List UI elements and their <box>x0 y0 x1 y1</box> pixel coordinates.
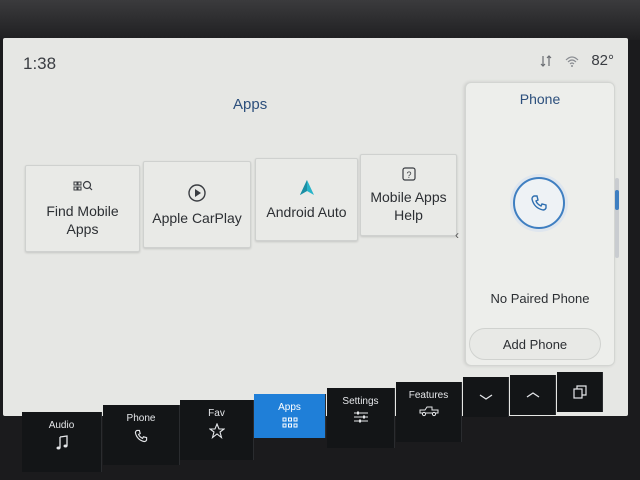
tile-label-line2: Apps <box>66 220 99 237</box>
nav-label: Fav <box>208 408 225 419</box>
collapse-panel-chevron-icon[interactable]: ‹ <box>455 228 459 242</box>
data-transfer-icon <box>540 54 552 67</box>
apple-carplay-tile[interactable]: Apple CarPlay <box>143 161 251 248</box>
find-mobile-apps-tile[interactable]: Find Mobile Apps <box>25 165 140 252</box>
scrollbar-thumb[interactable] <box>615 190 619 210</box>
phone-icon <box>531 195 547 211</box>
mobile-apps-help-tile[interactable]: ? Mobile Apps Help <box>360 154 457 236</box>
status-icons: 82° <box>539 52 614 69</box>
nav-audio[interactable]: Audio <box>22 412 102 472</box>
chevron-down-button[interactable] <box>463 377 509 417</box>
add-phone-button[interactable]: Add Phone <box>469 328 601 360</box>
star-icon <box>208 423 225 439</box>
tile-label-line1: Mobile Apps <box>370 189 447 205</box>
search-apps-icon <box>73 180 92 190</box>
wifi-icon <box>565 55 579 67</box>
apps-grid-icon <box>282 417 297 428</box>
no-paired-phone-text: No Paired Phone <box>490 291 590 306</box>
truck-icon <box>419 406 438 417</box>
nav-label: Features <box>408 390 449 401</box>
phone-panel: Phone No Paired Phone <box>465 82 615 366</box>
tile-label-line2: Help <box>394 207 423 223</box>
tile-label-line1: Find Mobile <box>46 202 119 219</box>
chevron-up-button[interactable] <box>510 375 556 415</box>
android-auto-tile[interactable]: Android Auto <box>255 158 358 241</box>
help-icon: ? <box>401 167 416 181</box>
outside-temperature: 82° <box>591 52 614 69</box>
clock: 1:38 <box>23 54 57 73</box>
bottom-nav-bar: Audio Phone Fav Apps Settings Features <box>0 372 640 480</box>
multitask-icon <box>572 385 587 399</box>
nav-apps[interactable]: Apps <box>254 394 326 438</box>
tile-label: Apple CarPlay <box>152 209 242 226</box>
infotainment-screen: 1:38 82° Apps Find Mobile Apps Apple Car… <box>3 38 628 416</box>
nav-label: Settings <box>342 396 379 407</box>
music-note-icon <box>56 435 68 450</box>
chevron-down-icon <box>479 394 492 400</box>
svg-text:?: ? <box>406 170 411 180</box>
tile-label: Android Auto <box>266 203 347 220</box>
nav-features[interactable]: Features <box>396 382 462 442</box>
page-title: Apps <box>233 96 268 113</box>
settings-sliders-icon <box>353 411 368 423</box>
multitask-button[interactable] <box>557 372 603 412</box>
screen-bezel <box>0 0 640 40</box>
nav-label: Apps <box>278 402 301 413</box>
phone-icon-button[interactable] <box>513 177 565 229</box>
nav-phone[interactable]: Phone <box>103 405 180 465</box>
nav-label: Audio <box>48 420 75 431</box>
phone-icon <box>134 429 148 443</box>
nav-label: Phone <box>126 413 156 424</box>
phone-panel-title: Phone <box>519 91 561 107</box>
chevron-up-icon <box>526 392 539 398</box>
carplay-icon <box>188 183 206 202</box>
android-auto-icon <box>299 179 314 195</box>
nav-settings[interactable]: Settings <box>327 388 395 448</box>
nav-fav[interactable]: Fav <box>180 400 254 460</box>
